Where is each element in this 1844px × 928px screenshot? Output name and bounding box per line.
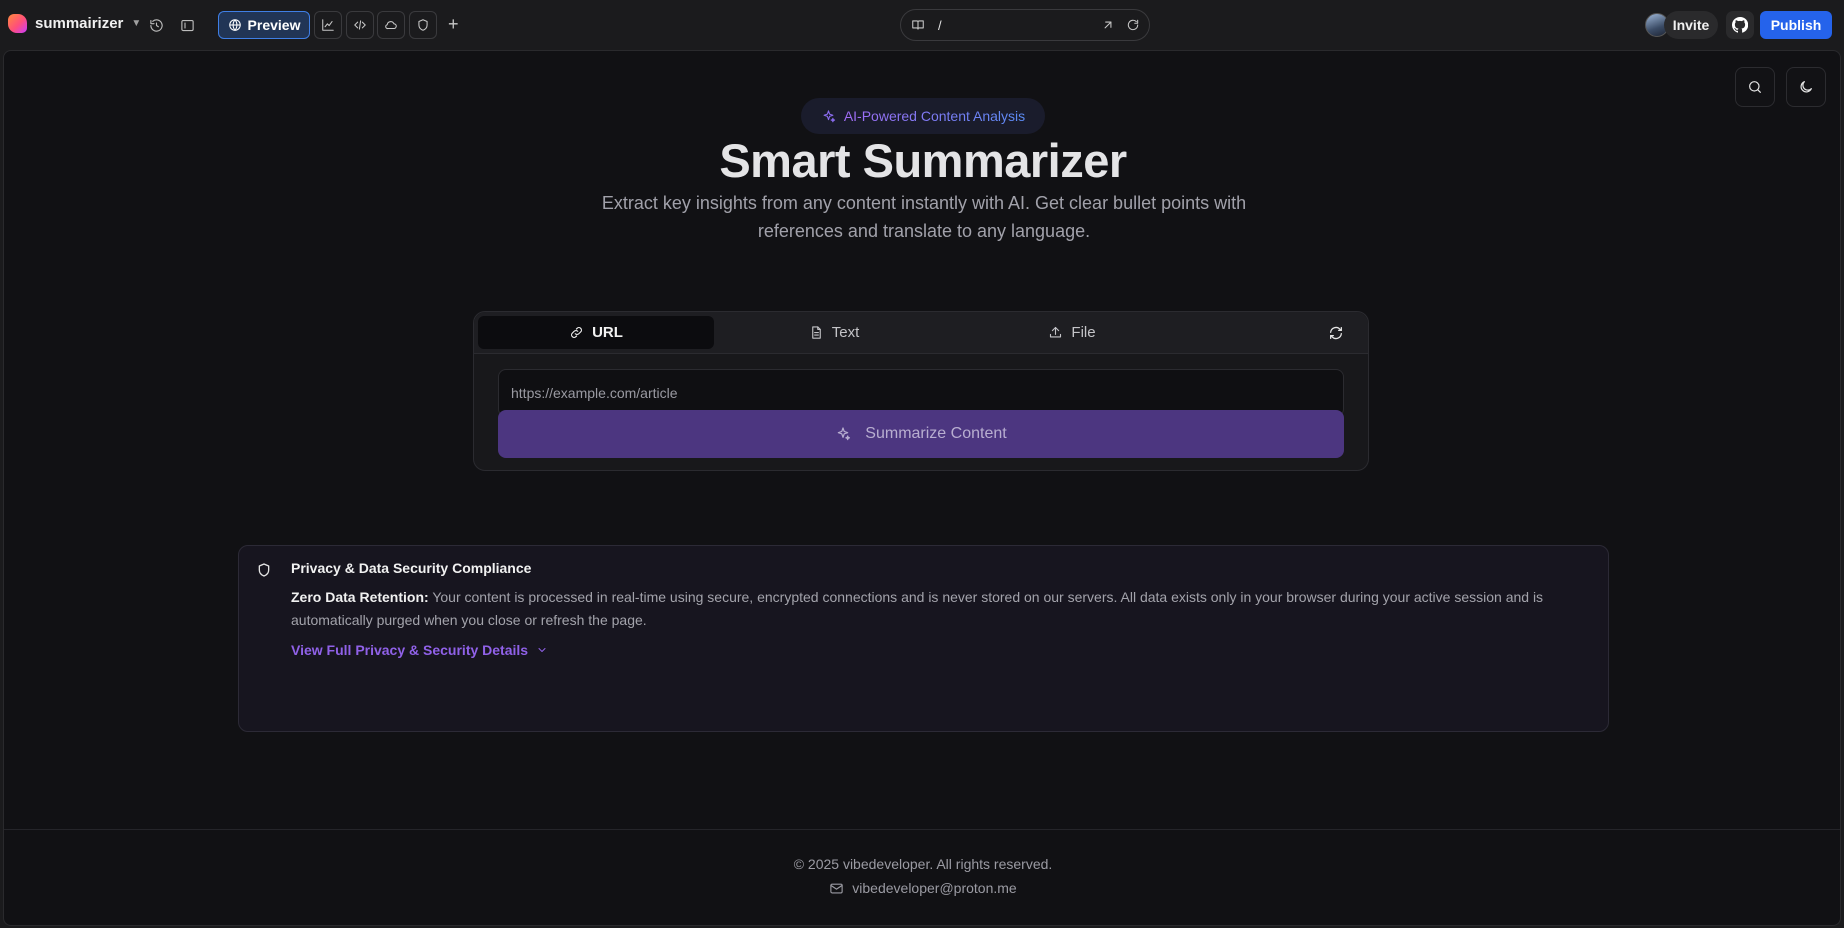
editor-topbar: summairizer ▼ Preview + / Invite Publish	[0, 0, 1844, 50]
summarize-button[interactable]: Summarize Content	[498, 410, 1344, 458]
sparkles-icon	[823, 109, 835, 122]
code-icon	[354, 20, 366, 30]
tab-text[interactable]: Text	[716, 316, 952, 349]
privacy-lead: Zero Data Retention:	[291, 589, 429, 605]
reload-icon[interactable]	[1126, 18, 1140, 37]
app-preview-frame: AI-Powered Content Analysis Smart Summar…	[3, 50, 1841, 926]
privacy-notice: Privacy & Data Security Compliance Zero …	[238, 545, 1609, 732]
search-icon	[1749, 81, 1761, 93]
refresh-icon	[1330, 326, 1342, 340]
tab-url[interactable]: URL	[478, 316, 714, 349]
external-link-icon[interactable]	[1101, 18, 1115, 37]
chart-line-icon	[322, 19, 334, 31]
add-tab-button[interactable]: +	[448, 14, 459, 34]
tab-file-label: File	[1071, 324, 1096, 341]
theme-toggle-button[interactable]	[1786, 67, 1826, 107]
project-switcher[interactable]: summairizer ▼	[8, 14, 141, 33]
privacy-link-label: View Full Privacy & Security Details	[291, 642, 529, 658]
project-name: summairizer	[35, 15, 124, 32]
security-button[interactable]	[409, 11, 437, 39]
code-button[interactable]	[346, 11, 374, 39]
privacy-details-link[interactable]: View Full Privacy & Security Details	[291, 642, 548, 658]
moon-icon	[1800, 81, 1812, 93]
page-subtitle: Extract key insights from any content in…	[601, 193, 1247, 241]
chevron-down-icon	[538, 648, 546, 652]
summarizer-card: URL Text File Summarize Content	[473, 311, 1369, 471]
cloud-button[interactable]	[377, 11, 405, 39]
app-logo	[8, 14, 27, 33]
history-icon[interactable]	[145, 14, 167, 36]
globe-icon	[228, 19, 241, 32]
privacy-heading: Privacy & Data Security Compliance	[291, 560, 532, 576]
email-text: vibedeveloper@proton.me	[852, 880, 1017, 896]
mail-icon	[830, 883, 843, 893]
input-mode-tabs: URL Text File	[474, 312, 1368, 354]
shield-icon	[418, 19, 428, 31]
chevron-down-icon: ▼	[131, 18, 142, 29]
search-button[interactable]	[1735, 67, 1775, 107]
tab-text-label: Text	[831, 324, 860, 341]
privacy-body: Zero Data Retention: Your content is pro…	[291, 586, 1581, 632]
page-title: Smart Summarizer	[719, 134, 1127, 187]
invite-button[interactable]: Invite	[1664, 11, 1718, 39]
sparkles-icon	[838, 427, 851, 441]
publish-button[interactable]: Publish	[1760, 11, 1832, 39]
reset-button[interactable]	[1327, 324, 1345, 342]
github-icon	[1732, 17, 1748, 33]
contact-email[interactable]: vibedeveloper@proton.me	[4, 880, 1840, 896]
analytics-button[interactable]	[314, 11, 342, 39]
cloud-icon	[385, 21, 397, 30]
upload-icon	[1050, 326, 1062, 338]
github-button[interactable]	[1726, 11, 1754, 39]
tab-url-label: URL	[592, 324, 623, 341]
feature-badge: AI-Powered Content Analysis	[801, 98, 1045, 134]
book-open-icon[interactable]	[911, 18, 925, 37]
sidebar-toggle-icon[interactable]	[176, 14, 198, 36]
file-text-icon	[811, 326, 821, 339]
badge-label: AI-Powered Content Analysis	[843, 108, 1026, 124]
copyright-text: © 2025 vibedeveloper. All rights reserve…	[793, 856, 1053, 872]
tab-file[interactable]: File	[954, 316, 1190, 349]
page-footer: © 2025 vibedeveloper. All rights reserve…	[4, 829, 1840, 925]
shield-icon	[256, 562, 272, 578]
preview-label: Preview	[247, 17, 301, 33]
route-path[interactable]: /	[938, 18, 942, 33]
preview-url-bar[interactable]: /	[900, 9, 1150, 41]
preview-button[interactable]: Preview	[218, 11, 310, 39]
link-icon	[571, 327, 582, 338]
privacy-text: Your content is processed in real-time u…	[291, 589, 1544, 628]
summarize-label: Summarize Content	[865, 425, 1007, 442]
